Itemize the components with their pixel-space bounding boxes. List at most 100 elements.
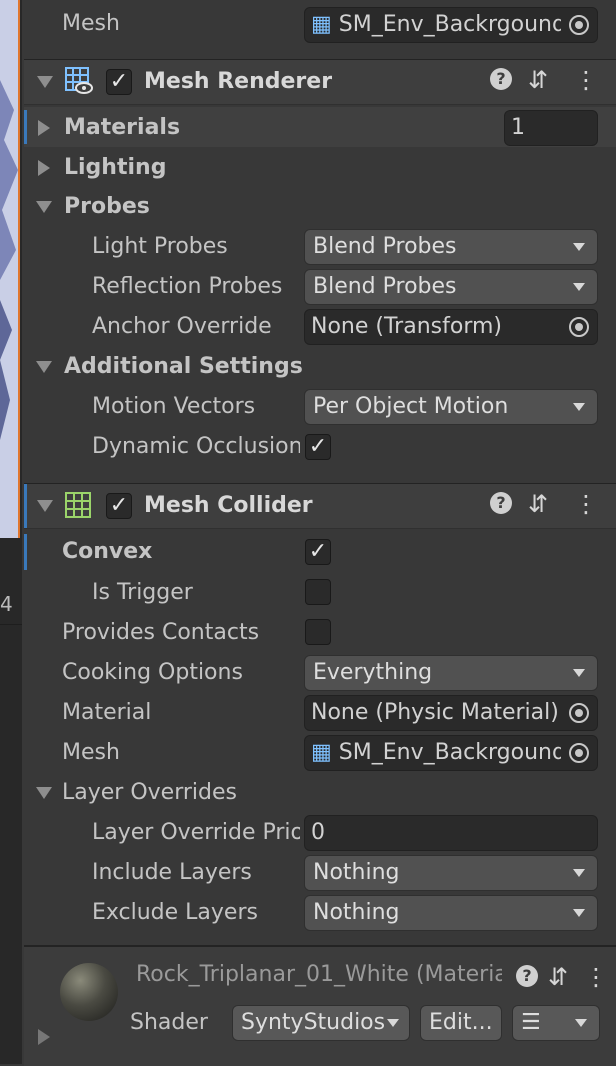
anchor-override-label: Anchor Override bbox=[92, 314, 272, 339]
shader-value: SyntyStudios bbox=[241, 1010, 386, 1035]
is-trigger-label: Is Trigger bbox=[92, 580, 193, 605]
presets-icon[interactable]: ⇵ bbox=[548, 963, 568, 991]
materials-count-field[interactable]: 1 bbox=[504, 110, 598, 146]
cooking-options-label: Cooking Options bbox=[62, 660, 243, 685]
lighting-label[interactable]: Lighting bbox=[64, 148, 166, 188]
convex-accent-bar bbox=[24, 534, 27, 570]
additional-settings-foldout-icon[interactable] bbox=[36, 361, 52, 373]
chevron-down-icon bbox=[575, 1019, 587, 1027]
chevron-down-icon bbox=[573, 909, 585, 917]
chevron-down-icon bbox=[573, 283, 585, 291]
header-accent-bar bbox=[24, 484, 27, 528]
collider-mesh-field[interactable]: ▦ SM_Env_Backrgound bbox=[304, 735, 598, 771]
materials-label[interactable]: Materials bbox=[64, 108, 180, 148]
mesh-collider-enabled-checkbox[interactable]: ✓ bbox=[106, 493, 132, 519]
reflection-probes-label: Reflection Probes bbox=[92, 274, 283, 299]
anchor-override-field[interactable]: None (Transform) bbox=[304, 309, 598, 345]
collapse-arrow-icon[interactable] bbox=[37, 76, 53, 88]
mesh-renderer-enabled-checkbox[interactable]: ✓ bbox=[106, 69, 132, 95]
presets-icon[interactable]: ⇵ bbox=[528, 490, 548, 518]
kebab-menu-icon[interactable]: ⋮ bbox=[574, 66, 598, 94]
collider-mesh-label: Mesh bbox=[62, 740, 120, 765]
material-name: Rock_Triplanar_01_White (Material) bbox=[136, 962, 502, 987]
mesh-asset-icon: ▦ bbox=[311, 12, 332, 37]
help-icon[interactable]: ? bbox=[516, 965, 538, 987]
light-probes-dropdown[interactable]: Blend Probes bbox=[304, 229, 598, 265]
provides-contacts-label: Provides Contacts bbox=[62, 620, 260, 645]
motion-vectors-label: Motion Vectors bbox=[92, 394, 256, 419]
mesh-collider-icon bbox=[64, 491, 92, 525]
shader-label: Shader bbox=[130, 1010, 208, 1035]
material-section: Rock_Triplanar_01_White (Material) ? ⇵ ⋮… bbox=[24, 945, 616, 1066]
probes-foldout-icon[interactable] bbox=[36, 201, 52, 213]
light-probes-label: Light Probes bbox=[92, 234, 228, 259]
object-picker-icon[interactable] bbox=[561, 736, 597, 770]
include-layers-label: Include Layers bbox=[92, 860, 252, 885]
cooking-options-dropdown[interactable]: Everything bbox=[304, 655, 598, 691]
collapse-arrow-icon[interactable] bbox=[37, 500, 53, 512]
motion-vectors-value: Per Object Motion bbox=[313, 394, 509, 419]
object-picker-icon[interactable] bbox=[561, 310, 597, 344]
collider-mesh-value: SM_Env_Backrgound bbox=[338, 740, 566, 765]
dynamic-occlusion-label: Dynamic Occlusion bbox=[92, 434, 300, 459]
lighting-foldout-icon[interactable] bbox=[38, 160, 50, 176]
help-icon[interactable]: ? bbox=[490, 492, 512, 514]
scene-preview-art bbox=[0, 80, 18, 440]
chevron-down-icon bbox=[573, 403, 585, 411]
scene-preview[interactable] bbox=[0, 0, 20, 538]
material-field[interactable]: None (Physic Material) bbox=[304, 695, 598, 731]
layer-override-priority-label: Layer Override Priority bbox=[92, 820, 300, 845]
material-label: Material bbox=[62, 700, 152, 725]
material-preview-sphere[interactable] bbox=[60, 963, 118, 1021]
chevron-down-icon bbox=[573, 243, 585, 251]
side-panel-digit: 4 bbox=[0, 592, 13, 616]
mesh-renderer-icon bbox=[64, 66, 94, 102]
material-list-button[interactable]: ☰ bbox=[512, 1005, 600, 1041]
mesh-field-value: SM_Env_Backrgound bbox=[338, 12, 566, 37]
anchor-override-value: None (Transform) bbox=[311, 314, 502, 339]
is-trigger-checkbox[interactable] bbox=[305, 579, 331, 605]
dynamic-occlusion-checkbox[interactable]: ✓ bbox=[305, 434, 331, 460]
material-value: None (Physic Material) bbox=[311, 700, 559, 725]
exclude-layers-dropdown[interactable]: Nothing bbox=[304, 895, 598, 931]
chevron-down-icon bbox=[573, 869, 585, 877]
chevron-down-icon bbox=[573, 669, 585, 677]
scene-view-sliver: 4 bbox=[0, 0, 22, 1064]
object-picker-icon[interactable] bbox=[561, 696, 597, 730]
additional-settings-label[interactable]: Additional Settings bbox=[64, 347, 303, 387]
include-layers-value: Nothing bbox=[313, 860, 400, 885]
presets-icon[interactable]: ⇵ bbox=[528, 66, 548, 94]
convex-label: Convex bbox=[62, 539, 153, 564]
help-icon[interactable]: ? bbox=[490, 68, 512, 90]
motion-vectors-dropdown[interactable]: Per Object Motion bbox=[304, 389, 598, 425]
exclude-layers-label: Exclude Layers bbox=[92, 900, 258, 925]
include-layers-dropdown[interactable]: Nothing bbox=[304, 855, 598, 891]
provides-contacts-checkbox[interactable] bbox=[305, 619, 331, 645]
mesh-label: Mesh bbox=[62, 11, 120, 36]
probes-label[interactable]: Probes bbox=[64, 187, 150, 227]
kebab-menu-icon[interactable]: ⋮ bbox=[574, 490, 598, 518]
reflection-probes-value: Blend Probes bbox=[313, 274, 457, 299]
mesh-field[interactable]: ▦ SM_Env_Backrgound bbox=[304, 7, 598, 43]
reflection-probes-dropdown[interactable]: Blend Probes bbox=[304, 269, 598, 305]
kebab-menu-icon[interactable]: ⋮ bbox=[584, 963, 608, 991]
chevron-down-icon bbox=[387, 1019, 399, 1027]
mesh-collider-header[interactable]: ✓ Mesh Collider ? ⇵ ⋮ bbox=[24, 483, 616, 529]
mesh-collider-title: Mesh Collider bbox=[144, 493, 313, 518]
materials-foldout-icon[interactable] bbox=[38, 120, 50, 136]
layer-overrides-foldout-icon[interactable] bbox=[36, 787, 52, 799]
side-divider bbox=[0, 624, 22, 625]
exclude-layers-value: Nothing bbox=[313, 900, 400, 925]
cooking-options-value: Everything bbox=[313, 660, 433, 685]
mesh-renderer-header[interactable]: ✓ Mesh Renderer ? ⇵ ⋮ bbox=[24, 59, 616, 105]
materials-accent-bar bbox=[24, 110, 27, 144]
mesh-asset-icon: ▦ bbox=[311, 740, 332, 765]
mesh-renderer-title: Mesh Renderer bbox=[144, 69, 333, 94]
layer-overrides-label[interactable]: Layer Overrides bbox=[62, 773, 237, 813]
material-foldout-icon[interactable] bbox=[38, 1029, 50, 1045]
shader-dropdown[interactable]: SyntyStudios bbox=[232, 1005, 410, 1041]
edit-shader-button[interactable]: Edit... bbox=[420, 1005, 502, 1041]
object-picker-icon[interactable] bbox=[561, 8, 597, 42]
convex-checkbox[interactable]: ✓ bbox=[305, 539, 331, 565]
layer-override-priority-field[interactable]: 0 bbox=[304, 815, 598, 851]
